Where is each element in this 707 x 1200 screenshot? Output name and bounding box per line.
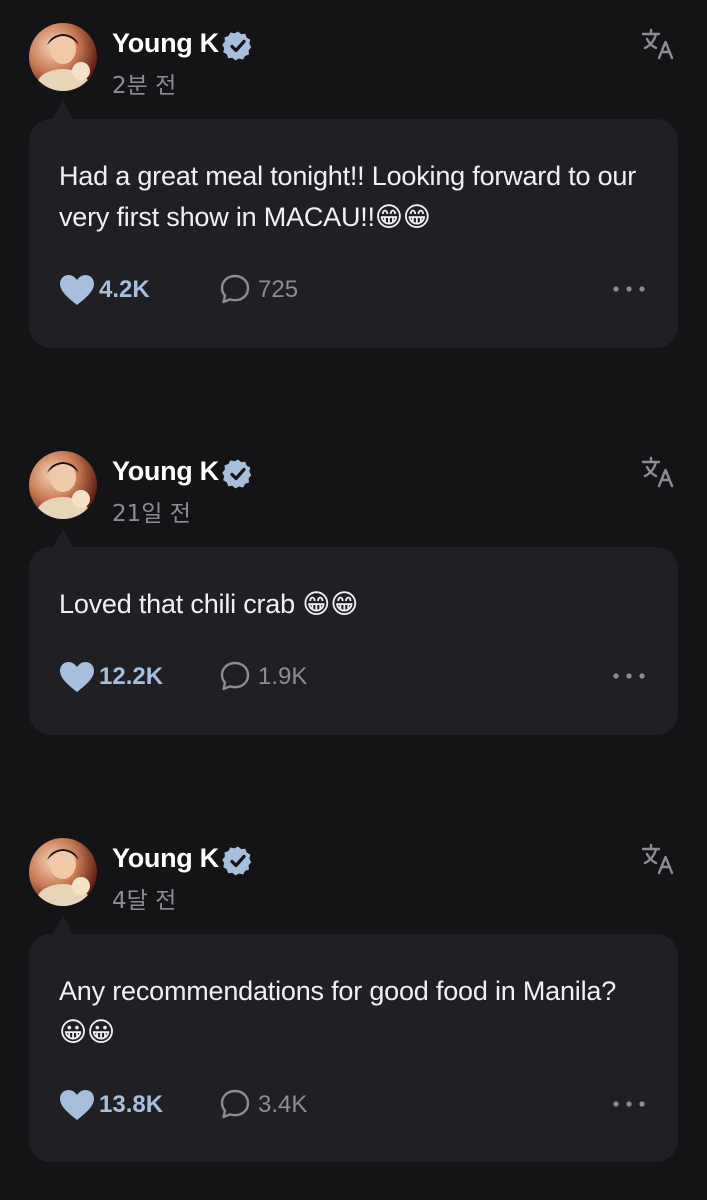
timestamp: 21일 전 [112,501,191,527]
comment-icon[interactable] [219,660,251,692]
avatar[interactable] [29,838,97,906]
author-name[interactable]: Young K [112,843,219,874]
post-header: Young K 4달 전 [0,815,707,915]
heart-icon[interactable] [59,274,95,306]
post-actions: 4.2K 725 [59,268,648,308]
avatar[interactable] [29,23,97,91]
avatar[interactable] [29,451,97,519]
post: Young K 4달 전 Any recommendations for goo… [0,815,707,1162]
author-name[interactable]: Young K [112,28,219,59]
comment-icon[interactable] [219,1088,251,1120]
bubble-tail [52,101,74,120]
post-header: Young K 2분 전 [0,0,707,100]
like-count: 12.2K [99,663,164,690]
timestamp: 4달 전 [112,888,177,914]
post-card[interactable]: Loved that chili crab 😁😁 12.2K 1.9K [29,547,678,735]
post-header: Young K 21일 전 [0,428,707,528]
comment-count: 725 [258,276,299,303]
author-name[interactable]: Young K [112,456,219,487]
more-icon[interactable] [612,285,646,293]
heart-icon[interactable] [59,661,95,693]
feed: Young K 2분 전 Had a great meal tonight!! … [0,0,707,1200]
post-card[interactable]: Had a great meal tonight!! Looking forwa… [29,119,678,348]
bubble-tail [52,529,74,548]
post: Young K 2분 전 Had a great meal tonight!! … [0,0,707,348]
more-icon[interactable] [612,672,646,680]
post-actions: 12.2K 1.9K [59,655,648,695]
like-count: 13.8K [99,1091,164,1118]
post-card[interactable]: Any recommendations for good food in Man… [29,934,678,1162]
post-text: Any recommendations for good food in Man… [59,976,617,1047]
translate-icon[interactable] [640,841,676,877]
comment-icon[interactable] [219,273,251,305]
comment-count: 1.9K [258,663,308,690]
post: Young K 21일 전 Loved that chili crab 😁😁 1… [0,428,707,735]
like-count: 4.2K [99,276,150,303]
verified-badge-icon [222,31,252,61]
translate-icon[interactable] [640,26,676,62]
bubble-tail [52,916,74,935]
post-actions: 13.8K 3.4K [59,1083,648,1123]
post-text: Loved that chili crab 😁😁 [59,589,359,619]
post-text: Had a great meal tonight!! Looking forwa… [59,161,637,232]
translate-icon[interactable] [640,454,676,490]
verified-badge-icon [222,459,252,489]
more-icon[interactable] [612,1100,646,1108]
timestamp: 2분 전 [112,73,177,99]
comment-count: 3.4K [258,1091,308,1118]
heart-icon[interactable] [59,1089,95,1121]
verified-badge-icon [222,846,252,876]
